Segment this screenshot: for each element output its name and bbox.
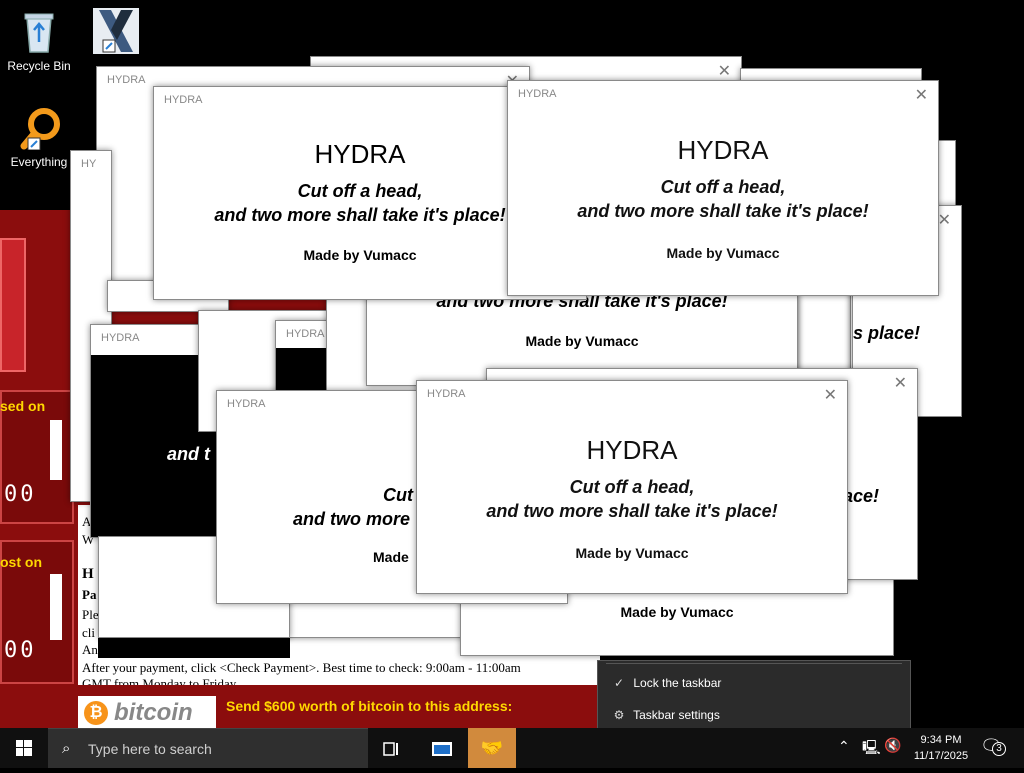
popup-title: HYDRA xyxy=(101,332,140,344)
checkmark-icon: ✓ xyxy=(613,676,625,690)
popup-credit: Made by Vumacc xyxy=(575,545,689,561)
ransom-body-fragment: cli xyxy=(82,625,95,640)
close-icon[interactable]: ✕ xyxy=(894,373,907,393)
popup-heading: HYDRA xyxy=(677,135,769,165)
desktop-icon-everything[interactable]: Everything xyxy=(3,106,75,169)
close-icon[interactable]: ✕ xyxy=(824,385,837,405)
app-window-icon xyxy=(432,742,452,757)
ransom-send-text: Send $600 worth of bitcoin to this addre… xyxy=(226,698,513,714)
search-placeholder: Type here to search xyxy=(88,741,212,757)
hydra-popup[interactable]: HYDRA ✕ HYDRA Cut off a head, and two mo… xyxy=(416,380,848,594)
ransom-body-fragment: An xyxy=(82,642,98,657)
taskbar-clock[interactable]: 9:34 PM 11/17/2025 xyxy=(906,732,976,764)
popup-title: HYDRA xyxy=(286,328,325,340)
ransom-timer-digits-2: 00 xyxy=(4,638,37,663)
popup-fragment-text: Cut xyxy=(383,485,413,505)
hydra-popup[interactable]: HYDRA ✕ HYDRA Cut off a head, and two mo… xyxy=(507,80,939,296)
popup-heading: HYDRA xyxy=(314,139,406,169)
bitcoin-logo: ₿ bitcoin xyxy=(78,696,216,730)
popup-title: HYDRA xyxy=(164,94,203,106)
desktop-icon-recycle-bin[interactable]: Recycle Bin xyxy=(3,8,75,73)
ransom-timer-label-1: sed on xyxy=(0,398,46,414)
search-icon: ⌕ xyxy=(62,740,71,757)
taskbar: ⌕ Type here to search 🤝 ⌃ 🖳 🔇 9:34 PM 11… xyxy=(0,728,1024,768)
desktop-icon-label: Recycle Bin xyxy=(7,59,71,73)
task-view-button[interactable] xyxy=(368,728,416,768)
bitcoin-coin-icon: ₿ xyxy=(84,701,108,725)
close-icon[interactable]: ✕ xyxy=(718,61,731,81)
task-view-icon xyxy=(383,742,398,756)
popup-line-2: and two more shall take it's place! xyxy=(577,201,869,221)
ransom-progress-2 xyxy=(50,574,62,640)
handshake-icon: 🤝 xyxy=(480,738,504,758)
popup-heading: HYDRA xyxy=(586,435,678,465)
start-button[interactable] xyxy=(0,728,48,768)
popup-line-1: Cut off a head, xyxy=(660,177,786,197)
dark-render-area xyxy=(276,348,326,392)
popup-line-1: Cut off a head, xyxy=(297,181,423,201)
menu-divider xyxy=(606,663,902,664)
ransom-lock-panel xyxy=(0,238,26,372)
popup-line-2: and two more shall take it's place! xyxy=(486,501,778,521)
popup-fragment-text: and t xyxy=(167,444,210,464)
ransom-timer-digits-1: 00 xyxy=(4,482,37,507)
popup-fragment-text: Made xyxy=(373,549,409,565)
gear-icon: ⚙ xyxy=(613,708,625,722)
ransom-body-fragment: Ple xyxy=(82,607,99,622)
popup-line-1: Cut off a head, xyxy=(569,477,695,497)
show-hidden-icons[interactable]: ⌃ xyxy=(838,738,850,755)
close-icon[interactable]: ✕ xyxy=(915,85,928,105)
ransom-body-fragment: Pa xyxy=(82,587,97,602)
ransom-body-fragment: H xyxy=(82,566,94,582)
media-player-icon xyxy=(93,8,139,54)
popup-title-fragment: HY xyxy=(81,158,97,170)
notification-count: 3 xyxy=(992,742,1006,756)
ransom-timer-label-2: ost on xyxy=(0,554,42,570)
popup-fragment-text: s place! xyxy=(853,323,921,343)
taskbar-search-box[interactable]: ⌕ Type here to search xyxy=(48,728,368,768)
clock-date: 11/17/2025 xyxy=(913,750,969,762)
popup-title: HYDRA xyxy=(518,88,557,100)
volume-muted-icon[interactable]: 🔇 xyxy=(884,737,901,754)
popup-fragment-text: Made by Vumacc xyxy=(525,333,639,349)
desktop-icon-label: Everything xyxy=(10,155,68,169)
everything-search-icon xyxy=(20,108,60,151)
taskbar-app-window[interactable] xyxy=(418,728,466,768)
notification-center-button[interactable]: 🗨 3 xyxy=(980,736,1010,760)
menu-item-label: Taskbar settings xyxy=(633,708,720,722)
popup-title: HYDRA xyxy=(227,398,266,410)
popup-line-2: and two more shall take it's place! xyxy=(214,205,506,225)
popup-fragment-text: ace! xyxy=(843,486,880,506)
popup-fragment-text: and two more xyxy=(293,509,411,529)
taskbar-app-handshake[interactable]: 🤝 xyxy=(468,728,516,768)
windows-logo-icon xyxy=(16,740,32,756)
popup-credit: Made by Vumacc xyxy=(303,247,417,263)
menu-item-lock-taskbar[interactable]: ✓ Lock the taskbar xyxy=(608,672,898,694)
popup-title: HYDRA xyxy=(427,388,466,400)
ransom-gmt-line: GMT from Monday to Friday. xyxy=(82,676,239,685)
ransom-payment-line: After your payment, click <Check Payment… xyxy=(82,660,521,675)
bitcoin-logo-text: bitcoin xyxy=(114,699,193,726)
clock-time: 9:34 PM xyxy=(920,734,962,746)
network-icon[interactable]: 🖳 xyxy=(862,737,881,761)
popup-title: HYDRA xyxy=(107,74,146,86)
popup-fragment-text: Made by Vumacc xyxy=(620,604,734,620)
recycle-bin-icon xyxy=(24,13,54,53)
desktop-icon-media-player[interactable] xyxy=(80,6,152,59)
ransom-progress-1 xyxy=(50,420,62,480)
menu-item-taskbar-settings[interactable]: ⚙ Taskbar settings xyxy=(608,704,898,726)
close-icon[interactable]: ✕ xyxy=(938,210,951,230)
menu-item-label: Lock the taskbar xyxy=(633,676,722,690)
popup-credit: Made by Vumacc xyxy=(666,245,780,261)
